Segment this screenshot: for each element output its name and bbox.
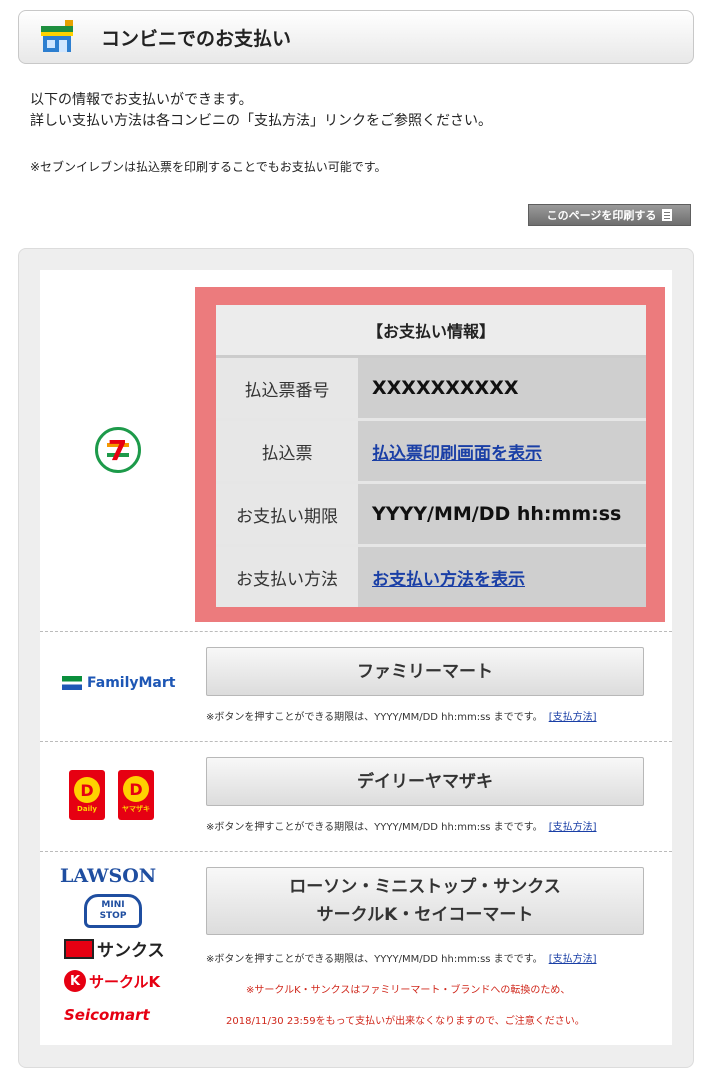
payment-info-title: 【お支払い情報】 xyxy=(216,305,646,358)
circlek-sunkus-warning-line2: 2018/11/30 23:59をもって支払いが出来なくなりますので、ご注意くだ… xyxy=(226,1016,585,1027)
ministop-logo-line1: MINI xyxy=(101,900,125,910)
convenience-store-icon xyxy=(39,20,75,54)
print-page-button[interactable]: このページを印刷する xyxy=(528,204,691,226)
daily-logo-mark: D xyxy=(74,777,100,803)
sunkus-mark-icon xyxy=(64,938,94,959)
lawson-logo: LAWSON xyxy=(60,865,157,887)
row-divider xyxy=(40,631,672,632)
sunkus-logo: サンクス xyxy=(64,936,165,961)
familymart-logo: FamilyMart xyxy=(62,675,175,691)
ministop-logo-line2: STOP xyxy=(99,911,127,921)
table-row: 払込票 払込票印刷画面を表示 xyxy=(216,418,646,483)
familymart-method-link[interactable]: [支払方法] xyxy=(549,712,597,723)
deadline-text: ※ボタンを押すことができる期限は、YYYY/MM/DD hh:mm:ss までで… xyxy=(206,954,543,965)
deadline-text: ※ボタンを押すことができる期限は、YYYY/MM/DD hh:mm:ss までで… xyxy=(206,712,543,723)
daily-logo-text: Daily xyxy=(77,805,97,813)
row-value: お支払い方法を表示 xyxy=(358,544,646,607)
table-row: お支払い方法 お支払い方法を表示 xyxy=(216,544,646,607)
seicomart-logo: Seicomart xyxy=(64,1006,150,1024)
table-row: 払込票番号 XXXXXXXXXX xyxy=(216,355,646,420)
intro-line-2: 詳しい支払い方法は各コンビニの「支払方法」リンクをご参照ください。 xyxy=(30,113,492,129)
lawson-group-button-line1: ローソン・ミニストップ・サンクス xyxy=(289,877,561,897)
circlek-logo-text: サークルK xyxy=(89,972,161,991)
yamazaki-logo-mark: D xyxy=(123,776,149,802)
payment-info-table: 【お支払い情報】 払込票番号 XXXXXXXXXX 払込票 払込票印刷画面を表示… xyxy=(216,305,646,607)
familymart-logo-text: FamilyMart xyxy=(87,675,176,691)
familymart-stripes-icon xyxy=(62,676,82,690)
intro-text: 以下の情報でお支払いができます。 詳しい支払い方法は各コンビニの「支払方法」リン… xyxy=(30,90,492,132)
sunkus-logo-text: サンクス xyxy=(97,941,165,961)
daily-yamazaki-button-label: デイリーヤマザキ xyxy=(357,771,493,792)
row-label: お支払い方法 xyxy=(216,544,358,607)
row-value: 払込票印刷画面を表示 xyxy=(358,418,646,483)
lawson-group-button-line2: サークルK・セイコーマート xyxy=(316,905,534,925)
daily-method-link[interactable]: [支払方法] xyxy=(549,822,597,833)
seven-eleven-note: ※セブンイレブンは払込票を印刷することでもお支払い可能です。 xyxy=(30,160,387,174)
daily-logo: D Daily xyxy=(69,770,105,820)
row-label: 払込票番号 xyxy=(216,355,358,420)
seven-eleven-logo-cell: 7 xyxy=(40,270,195,630)
yamazaki-logo-text: ヤマザキ xyxy=(122,805,150,813)
seven-eleven-logo: 7 xyxy=(94,427,141,473)
daily-deadline: ※ボタンを押すことができる期限は、YYYY/MM/DD hh:mm:ss までで… xyxy=(206,818,597,833)
yamazaki-logo: D ヤマザキ xyxy=(118,770,154,820)
row-label: 払込票 xyxy=(216,418,358,483)
familymart-button[interactable]: ファミリーマート xyxy=(206,647,644,696)
familymart-deadline: ※ボタンを押すことができる期限は、YYYY/MM/DD hh:mm:ss までで… xyxy=(206,708,597,723)
lawson-deadline: ※ボタンを押すことができる期限は、YYYY/MM/DD hh:mm:ss までで… xyxy=(206,950,597,965)
ministop-logo: MINI STOP xyxy=(84,894,142,928)
lawson-method-link[interactable]: [支払方法] xyxy=(549,954,597,965)
deadline-text: ※ボタンを押すことができる期限は、YYYY/MM/DD hh:mm:ss までで… xyxy=(206,822,543,833)
circlek-logo: K サークルK xyxy=(64,970,160,992)
intro-line-1: 以下の情報でお支払いができます。 xyxy=(30,92,253,108)
document-icon xyxy=(662,209,673,221)
familymart-button-label: ファミリーマート xyxy=(357,661,493,682)
page-title: コンビニでのお支払い xyxy=(101,27,292,50)
show-payment-method-link[interactable]: お支払い方法を表示 xyxy=(372,570,525,590)
row-divider xyxy=(40,851,672,852)
row-label: お支払い期限 xyxy=(216,481,358,546)
circlek-mark: K xyxy=(64,970,86,992)
payment-deadline-value: YYYY/MM/DD hh:mm:ss xyxy=(358,481,646,546)
daily-yamazaki-button[interactable]: デイリーヤマザキ xyxy=(206,757,644,806)
circlek-sunkus-warning-line1: ※サークルK・サンクスはファミリーマート・ブランドへの転換のため、 xyxy=(246,985,571,996)
lawson-group-button[interactable]: ローソン・ミニストップ・サンクス サークルK・セイコーマート xyxy=(206,867,644,935)
row-divider xyxy=(40,741,672,742)
print-page-label: このページを印刷する xyxy=(546,209,657,222)
slip-number-value: XXXXXXXXXX xyxy=(358,355,646,420)
seven-eleven-logo-mark: 7 xyxy=(107,433,128,467)
show-slip-print-link[interactable]: 払込票印刷画面を表示 xyxy=(372,444,542,464)
page-header: コンビニでのお支払い xyxy=(18,10,694,64)
table-row: お支払い期限 YYYY/MM/DD hh:mm:ss xyxy=(216,481,646,546)
